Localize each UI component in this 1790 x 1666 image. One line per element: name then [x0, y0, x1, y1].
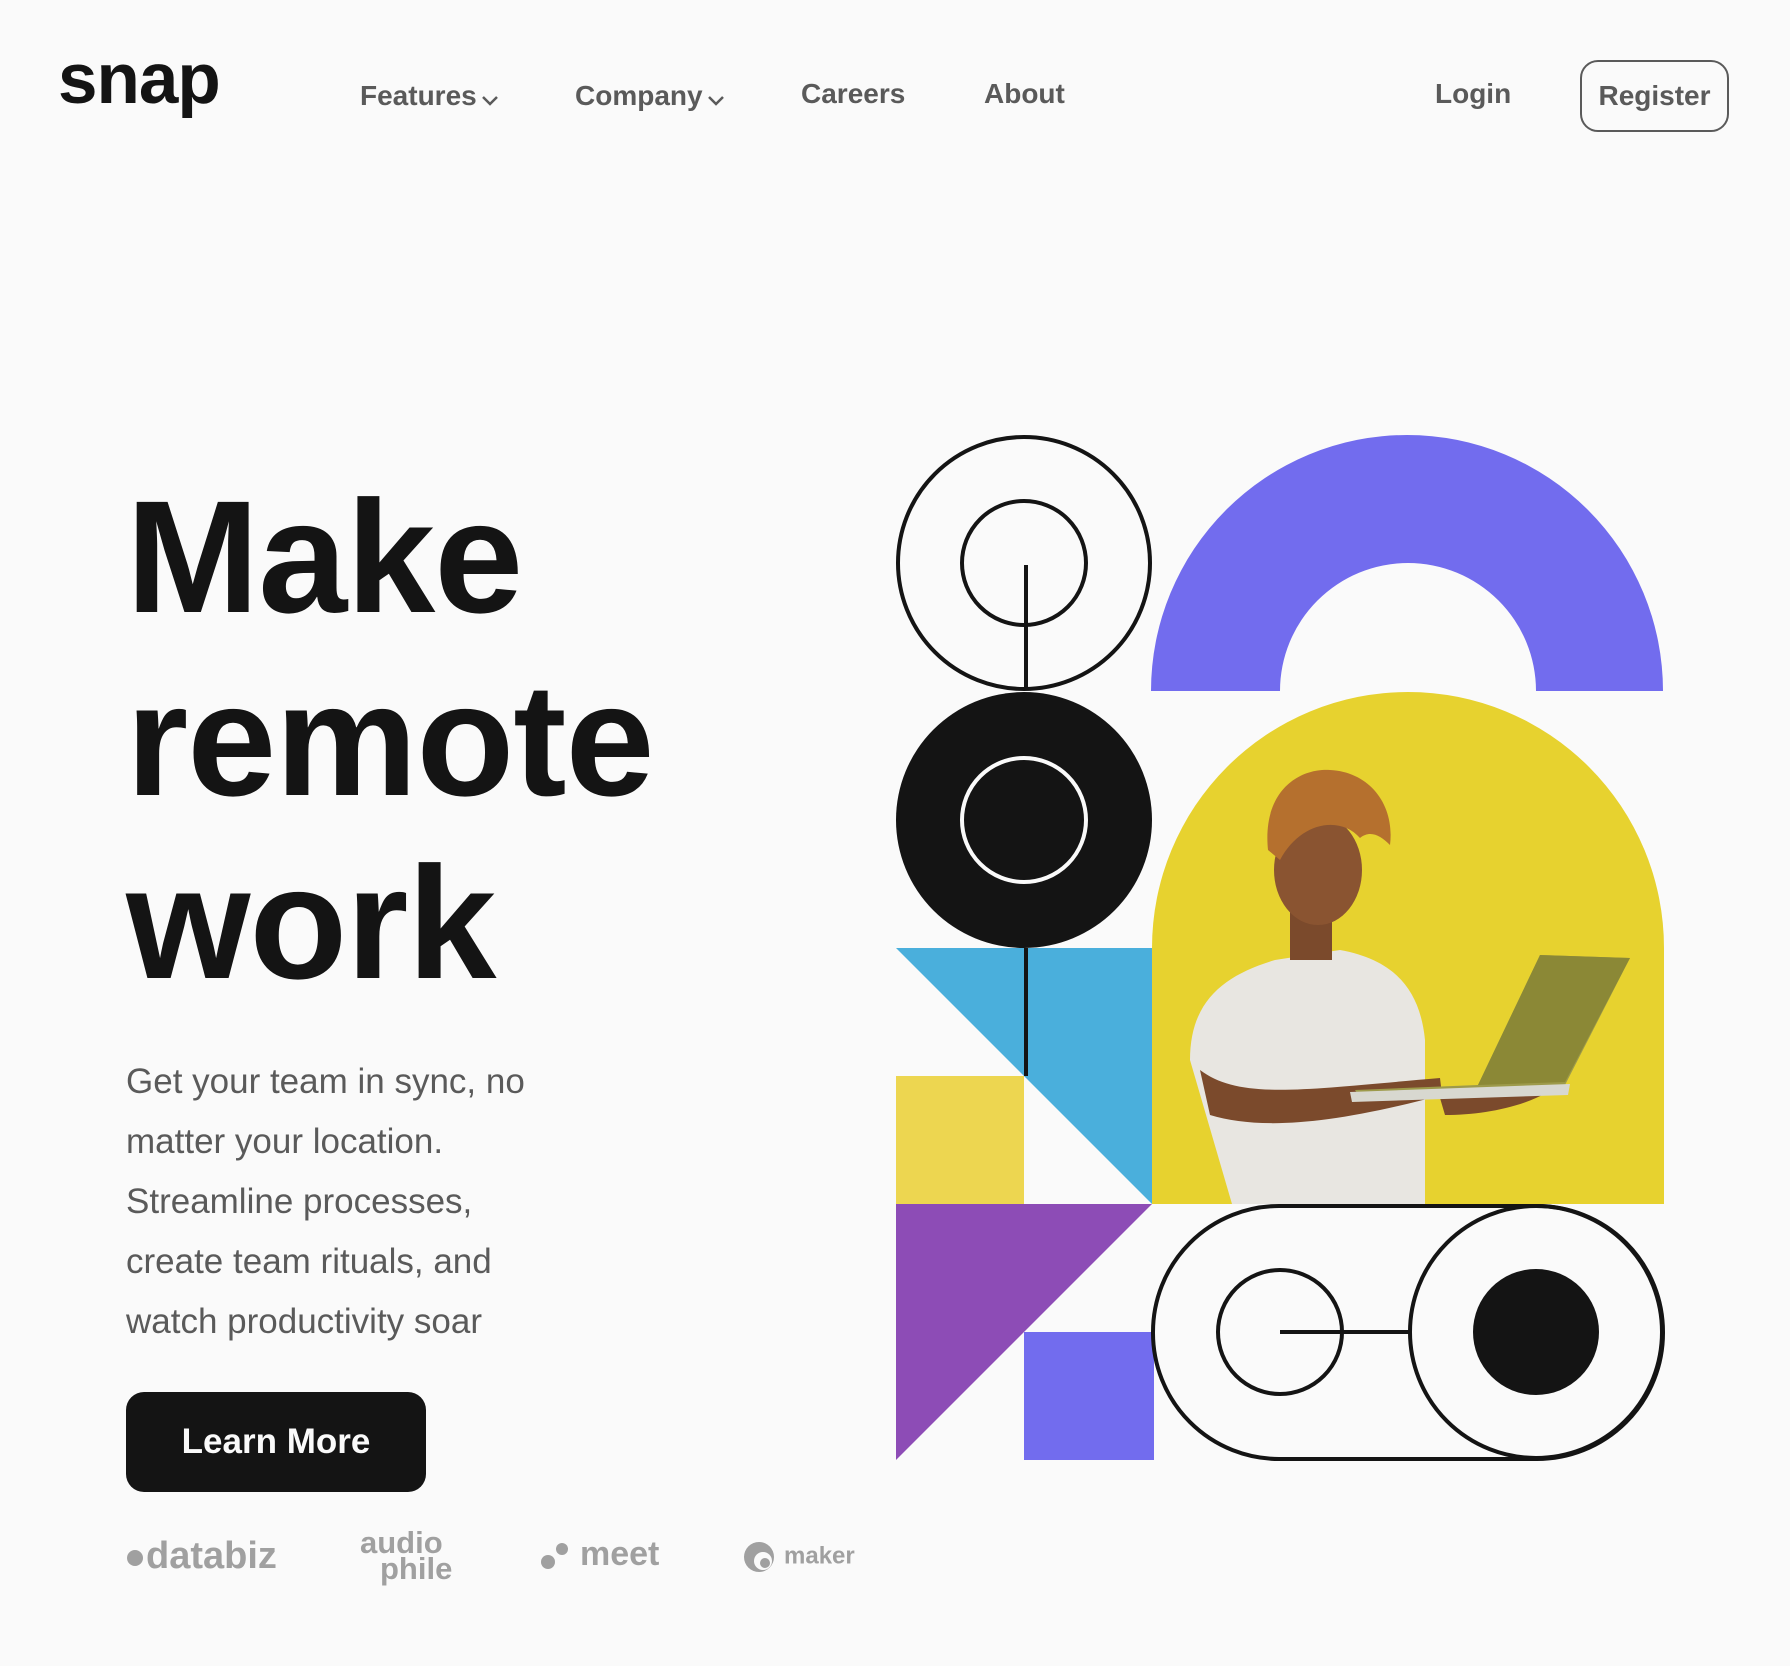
pill-toggle-shape: [1151, 1204, 1665, 1461]
black-circle: [896, 692, 1152, 948]
purple-square: [1024, 1332, 1154, 1460]
yellow-square: [896, 1076, 1024, 1204]
photo-person-laptop: [1152, 692, 1664, 1204]
target-circle-outline: [896, 435, 1152, 691]
hero-illustration: [896, 435, 1665, 1461]
purple-arch: [1151, 435, 1663, 691]
